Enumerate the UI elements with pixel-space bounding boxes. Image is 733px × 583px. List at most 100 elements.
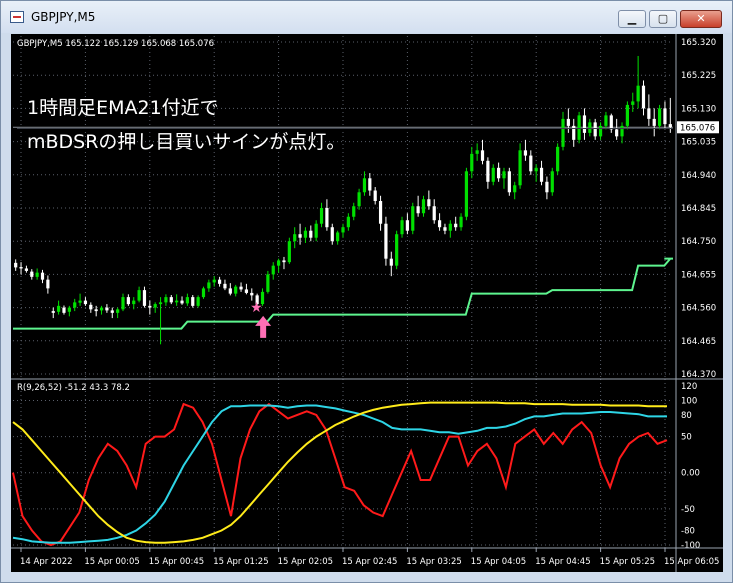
oscillator-header: R(9,26,52) -51.2 43.3 78.2 xyxy=(17,383,130,393)
candle-bear xyxy=(416,206,420,214)
candle-bear xyxy=(148,305,152,308)
close-button[interactable]: ✕ xyxy=(680,10,722,28)
price-tick-label: 164.655 xyxy=(681,270,716,280)
red-oscillator-line xyxy=(12,402,668,547)
price-header: GBPJPY,M5 165.122 165.129 165.068 165.07… xyxy=(17,39,214,49)
candle-bull xyxy=(201,288,206,298)
window-title: GBPJPY,M5 xyxy=(31,10,96,24)
price-tick-label: 165.225 xyxy=(681,71,716,81)
oscillator-tick-label: 80 xyxy=(681,411,692,421)
candle-bear xyxy=(19,267,23,269)
candle-bull xyxy=(158,302,163,305)
candle-bear xyxy=(545,181,549,193)
candle-bull xyxy=(67,307,71,312)
candle-bull xyxy=(212,279,216,283)
candle-bear xyxy=(582,115,587,133)
candle-bull xyxy=(207,282,211,289)
candle-bear xyxy=(169,297,173,303)
price-tick-label: 165.035 xyxy=(681,138,716,148)
price-tick-label: 164.560 xyxy=(681,304,716,314)
candle-bull xyxy=(78,300,82,303)
candle-bull xyxy=(475,150,479,154)
price-tick-label: 164.465 xyxy=(681,337,716,347)
candle-bear xyxy=(40,272,45,280)
candle-bear xyxy=(432,206,436,221)
candle-bull xyxy=(657,108,662,126)
minimize-button[interactable]: ▁ xyxy=(618,10,646,28)
time-tick-label: 14 Apr 2022 xyxy=(20,557,73,567)
candle-bear xyxy=(24,268,29,271)
oscillator-tick-label: -100 xyxy=(681,541,700,551)
candle-bear xyxy=(384,223,388,259)
candle-bull xyxy=(470,153,474,172)
oscillator-lines xyxy=(12,401,668,547)
candle-bear xyxy=(405,220,409,231)
maximize-button[interactable]: ▢ xyxy=(649,10,677,28)
candle-bull xyxy=(116,309,120,313)
candle-bull xyxy=(319,208,324,224)
candle-bear xyxy=(368,178,372,191)
candle-bull xyxy=(588,122,592,133)
candle-bear xyxy=(615,129,619,137)
overlay-text-group xyxy=(17,128,673,129)
candle-bear xyxy=(480,150,485,161)
candle-bull xyxy=(491,167,495,182)
chart-canvas[interactable]: 165.320 165.225 165.130 165.035 164.940 164.8… xyxy=(11,34,723,572)
time-tick-label: 15 Apr 05:25 xyxy=(600,557,655,567)
candle-bull xyxy=(185,297,189,304)
candle-bear xyxy=(641,85,646,109)
candle-bull xyxy=(303,230,308,238)
candle-bear xyxy=(126,297,130,305)
candle-bear xyxy=(51,311,55,313)
candle-bull xyxy=(448,223,452,231)
candle-bull xyxy=(73,302,77,308)
time-tick-label: 15 Apr 03:25 xyxy=(406,557,461,567)
candle-bull xyxy=(518,150,522,186)
candle-bull xyxy=(341,227,345,233)
oscillator-tick-label: -50 xyxy=(681,505,695,515)
chart-area[interactable]: 165.320 165.225 165.130 165.035 164.940 164.8… xyxy=(11,34,723,572)
candle-bear xyxy=(282,260,286,263)
candle-bear xyxy=(142,290,147,306)
candle-bull xyxy=(362,178,367,193)
candle-bull xyxy=(57,305,61,312)
candle-bear xyxy=(437,220,442,228)
candle-bull xyxy=(502,171,506,179)
candle-bull xyxy=(395,234,399,266)
candle-bull xyxy=(121,297,125,310)
price-tick-label: 165.130 xyxy=(681,104,716,114)
candle-bear xyxy=(14,262,18,268)
candle-bull xyxy=(271,265,275,275)
candle-bear xyxy=(239,286,243,290)
candle-bear xyxy=(539,167,544,182)
time-tick-label: 15 Apr 01:25 xyxy=(213,557,268,567)
candle-bull xyxy=(556,146,560,172)
title-bar: GBPJPY,M5 ▁ ▢ ✕ xyxy=(1,1,732,33)
candle-bear xyxy=(668,124,672,128)
candle-bear xyxy=(62,307,66,313)
annotation-line-1: 1時間足EMA21付近で xyxy=(27,97,219,119)
candle-bull xyxy=(175,300,179,303)
candle-bear xyxy=(309,230,313,238)
candle-bull xyxy=(99,307,104,311)
time-tick-label: 15 Apr 04:05 xyxy=(471,557,526,567)
candle-bear xyxy=(486,160,490,182)
candle-bear xyxy=(663,108,667,125)
candle-bear xyxy=(298,234,302,238)
candle-bear xyxy=(507,171,511,193)
price-tick-label: 165.320 xyxy=(681,38,716,48)
candle-bear xyxy=(244,289,249,293)
time-tick-label: 15 Apr 02:05 xyxy=(278,557,333,567)
oscillator-tick-label: 0.00 xyxy=(681,469,700,479)
candle-bull xyxy=(411,206,415,231)
candle-bear xyxy=(572,125,576,140)
candle-bull xyxy=(459,216,463,228)
ema-line-group xyxy=(13,257,673,330)
candle-bull xyxy=(625,104,629,126)
candle-bear xyxy=(89,304,93,310)
candle-bear xyxy=(330,227,334,242)
time-tick-label: 15 Apr 04:45 xyxy=(535,557,590,567)
candle-bull xyxy=(164,297,168,303)
oscillator-tick-label: 50 xyxy=(681,433,692,443)
candle-bear xyxy=(497,167,501,179)
